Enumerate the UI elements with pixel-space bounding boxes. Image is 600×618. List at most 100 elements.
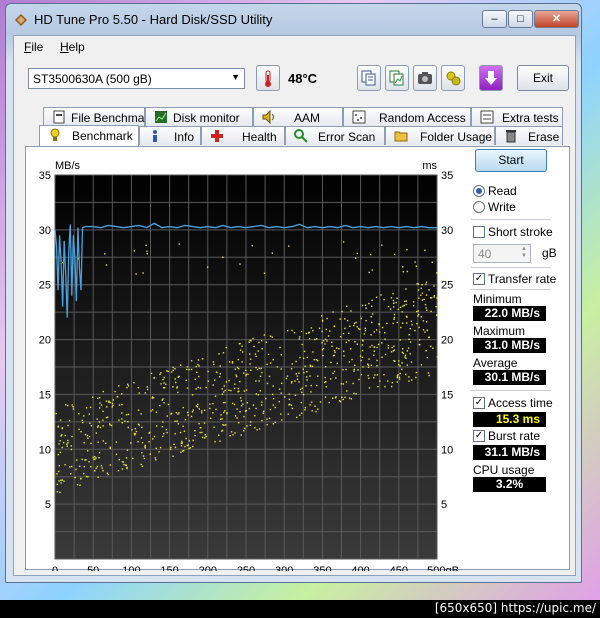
- y-tick-left-label: 25: [39, 280, 51, 292]
- access-time-point: [387, 344, 390, 347]
- access-time-point: [166, 415, 168, 417]
- access-time-point: [233, 403, 236, 406]
- access-time-point: [170, 446, 172, 449]
- copy-chart-button[interactable]: [385, 65, 409, 91]
- access-time-point: [412, 301, 415, 303]
- access-time-point: [361, 344, 363, 346]
- maximize-button[interactable]: □: [508, 10, 533, 28]
- access-time-point: [83, 472, 85, 475]
- access-time-point: [307, 332, 310, 334]
- read-label: Read: [488, 184, 517, 198]
- app-window: HD Tune Pro 5.50 - Hard Disk/SSD Utility…: [5, 3, 582, 583]
- access-time-point: [328, 401, 330, 404]
- access-time-point: [96, 418, 98, 420]
- access-time-point: [252, 404, 255, 406]
- access-time-point: [125, 457, 128, 459]
- burst-rate-checkbox[interactable]: ✓: [473, 430, 485, 442]
- access-time-point: [360, 373, 363, 376]
- access-time-point: [214, 379, 216, 381]
- transfer-rate-checkbox[interactable]: ✓: [473, 273, 485, 285]
- access-time-point: [256, 368, 259, 371]
- write-radio[interactable]: [473, 201, 485, 213]
- access-time-point: [366, 363, 369, 365]
- access-time-point: [293, 332, 296, 334]
- access-time-point: [257, 394, 260, 396]
- access-time-point: [420, 316, 422, 318]
- access-time-point: [126, 449, 129, 451]
- short-stroke-checkbox[interactable]: [473, 226, 485, 238]
- y-tick-right-label: 30: [441, 225, 453, 237]
- access-time-point: [132, 457, 134, 460]
- exit-button[interactable]: Exit: [517, 65, 569, 91]
- access-time-point: [115, 453, 118, 456]
- access-time-point: [115, 441, 118, 443]
- drive-select[interactable]: ST3500630A (500 gB) ▼: [28, 68, 245, 89]
- access-time-point: [266, 363, 268, 366]
- tab-random-access[interactable]: Random Access: [343, 107, 471, 126]
- screenshot-button[interactable]: [413, 65, 437, 91]
- access-time-point: [329, 378, 332, 380]
- access-time-point: [311, 365, 314, 368]
- minimize-button[interactable]: –: [482, 10, 507, 28]
- access-time-point: [295, 416, 298, 419]
- access-time-point: [235, 374, 237, 376]
- access-time-point: [333, 370, 336, 373]
- access-time-point: [92, 396, 94, 398]
- access-time-point: [180, 451, 182, 453]
- access-time-checkbox[interactable]: ✓: [473, 397, 485, 409]
- tab-extra-tests[interactable]: Extra tests: [471, 107, 563, 126]
- tab-error-scan[interactable]: Error Scan: [285, 126, 385, 145]
- options-button[interactable]: [441, 65, 465, 91]
- access-time-point: [420, 287, 422, 289]
- access-time-point: [415, 376, 417, 379]
- tab-erase[interactable]: Erase: [495, 126, 563, 145]
- access-time-point: [241, 361, 243, 363]
- temperature-button[interactable]: [256, 65, 280, 91]
- access-time-point: [421, 284, 423, 286]
- short-stroke-spinner[interactable]: 40 ▲ ▼: [473, 244, 531, 263]
- access-time-point: [151, 409, 154, 411]
- read-radio[interactable]: [473, 185, 485, 197]
- access-time-point: [315, 358, 318, 361]
- access-time-point: [254, 353, 257, 355]
- access-time-point: [81, 421, 84, 424]
- access-time-point: [318, 327, 321, 330]
- minimum-label: Minimum: [473, 292, 522, 306]
- menu-file[interactable]: File: [24, 40, 43, 54]
- access-time-point: [376, 329, 378, 331]
- tab-info[interactable]: Info: [139, 126, 201, 145]
- access-time-point: [177, 423, 180, 425]
- access-time-point: [78, 428, 80, 431]
- access-time-point: [199, 427, 202, 429]
- access-time-point: [192, 445, 194, 448]
- start-button[interactable]: Start: [475, 149, 547, 172]
- access-time-point: [218, 353, 220, 355]
- tab-benchmark[interactable]: Benchmark: [39, 125, 139, 146]
- access-time-point: [112, 399, 115, 401]
- close-button[interactable]: ✕: [534, 10, 579, 28]
- access-time-point: [239, 342, 241, 345]
- access-time-point: [414, 261, 416, 263]
- tab-disk-monitor[interactable]: Disk monitor: [145, 107, 253, 126]
- access-time-point: [344, 396, 346, 399]
- tab-aam[interactable]: AAM: [253, 107, 343, 126]
- tab-file-benchmark[interactable]: File Benchmark: [43, 107, 154, 126]
- window-title: HD Tune Pro 5.50 - Hard Disk/SSD Utility: [34, 12, 273, 27]
- access-time-point: [194, 378, 196, 381]
- save-download-button[interactable]: [479, 65, 503, 91]
- access-time-point: [58, 480, 60, 482]
- y-tick-right-label: 15: [441, 389, 453, 401]
- access-time-point: [67, 439, 69, 442]
- access-time-point: [255, 393, 258, 395]
- access-time-point: [286, 375, 289, 377]
- copy-text-button[interactable]: [357, 65, 381, 91]
- tab-folder-usage[interactable]: Folder Usage: [385, 126, 495, 145]
- access-time-point: [151, 397, 153, 399]
- minimum-value: 22.0 MB/s: [473, 306, 546, 321]
- access-time-point: [204, 434, 207, 436]
- title-bar[interactable]: HD Tune Pro 5.50 - Hard Disk/SSD Utility…: [6, 4, 581, 34]
- tab-health[interactable]: Health: [201, 126, 285, 145]
- menu-help[interactable]: Help: [60, 40, 85, 54]
- access-time-point: [396, 381, 399, 383]
- access-time-point: [281, 419, 283, 421]
